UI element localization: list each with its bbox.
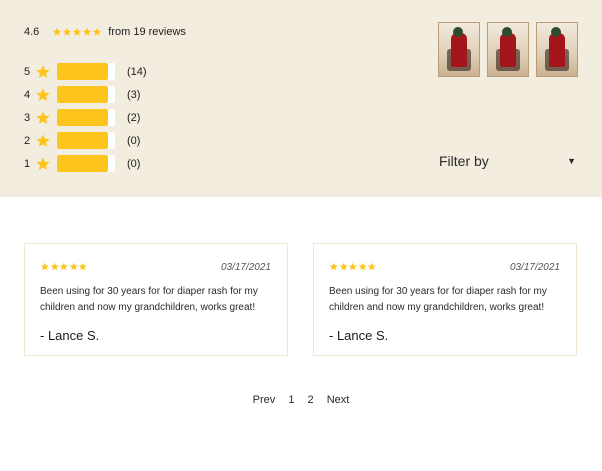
filter-by-dropdown[interactable]: Filter by ▼	[439, 150, 579, 172]
star-icon	[78, 262, 88, 272]
rating-bar	[57, 63, 115, 80]
rating-bar-fill	[57, 132, 109, 149]
star-icon	[35, 156, 51, 172]
rating-bar-fill	[57, 109, 109, 126]
star-icon	[35, 133, 51, 149]
review-card: 03/17/2021 Been using for 30 years for f…	[313, 243, 577, 356]
average-stars	[52, 27, 102, 37]
review-date: 03/17/2021	[509, 262, 560, 273]
rating-bar-fill	[57, 155, 109, 172]
star-icon	[358, 262, 368, 272]
prev-page-link[interactable]: Prev	[253, 394, 276, 406]
star-icon	[69, 262, 79, 272]
star-icon	[59, 262, 69, 272]
rating-summary: 4.6 from 19 reviews 5 (14) 4 (3) 3 (2) 2 (0) 1 (0…	[0, 0, 602, 197]
review-photo-thumbnail[interactable]	[438, 22, 480, 77]
review-stars	[329, 262, 377, 272]
star-icon	[72, 27, 82, 37]
pagination: Prev 1 2 Next	[0, 394, 602, 406]
star-icon	[329, 262, 339, 272]
review-count-text: from 19 reviews	[108, 26, 186, 38]
rating-row-label: 1	[24, 157, 31, 170]
rating-row-count: (3)	[127, 88, 141, 101]
review-date: 03/17/2021	[220, 262, 271, 273]
rating-bar	[57, 155, 115, 172]
review-author: - Lance S.	[329, 328, 389, 343]
rating-row-5[interactable]: 5 (14)	[24, 60, 147, 83]
rating-bar-fill	[57, 63, 109, 80]
star-icon	[62, 27, 72, 37]
rating-row-count: (2)	[127, 111, 141, 124]
next-page-link[interactable]: Next	[327, 394, 350, 406]
rating-bar	[57, 132, 115, 149]
review-author: - Lance S.	[40, 328, 100, 343]
star-icon	[35, 110, 51, 126]
star-icon	[82, 27, 92, 37]
rating-row-count: (0)	[127, 134, 141, 147]
rating-bar	[57, 86, 115, 103]
star-icon	[367, 262, 377, 272]
rating-row-label: 5	[24, 65, 31, 78]
review-text: Been using for 30 years for for diaper r…	[40, 286, 258, 313]
rating-row-4[interactable]: 4 (3)	[24, 83, 147, 106]
review-stars	[40, 262, 88, 272]
rating-row-2[interactable]: 2 (0)	[24, 129, 147, 152]
page-link-1[interactable]: 1	[288, 394, 294, 406]
rating-row-label: 2	[24, 134, 31, 147]
average-rating: 4.6 from 19 reviews	[24, 24, 186, 40]
star-icon	[339, 262, 349, 272]
rating-row-label: 4	[24, 88, 31, 101]
star-icon	[40, 262, 50, 272]
rating-row-count: (0)	[127, 157, 141, 170]
rating-distribution: 5 (14) 4 (3) 3 (2) 2 (0) 1 (0)	[24, 60, 147, 175]
average-score: 4.6	[24, 26, 40, 38]
rating-row-label: 3	[24, 111, 31, 124]
rating-row-1[interactable]: 1 (0)	[24, 152, 147, 175]
rating-row-3[interactable]: 3 (2)	[24, 106, 147, 129]
star-icon	[92, 27, 102, 37]
star-icon	[35, 64, 51, 80]
page-link-2[interactable]: 2	[308, 394, 314, 406]
rating-bar-fill	[57, 86, 109, 103]
review-card: 03/17/2021 Been using for 30 years for f…	[24, 243, 288, 356]
rating-row-count: (14)	[127, 65, 147, 78]
review-photos	[438, 22, 578, 77]
star-icon	[50, 262, 60, 272]
review-photo-thumbnail[interactable]	[536, 22, 578, 77]
caret-down-icon: ▼	[567, 156, 576, 166]
filter-by-label: Filter by	[439, 153, 489, 169]
star-icon	[348, 262, 358, 272]
rating-bar	[57, 109, 115, 126]
review-photo-thumbnail[interactable]	[487, 22, 529, 77]
star-icon	[52, 27, 62, 37]
star-icon	[35, 87, 51, 103]
review-text: Been using for 30 years for for diaper r…	[329, 286, 547, 313]
